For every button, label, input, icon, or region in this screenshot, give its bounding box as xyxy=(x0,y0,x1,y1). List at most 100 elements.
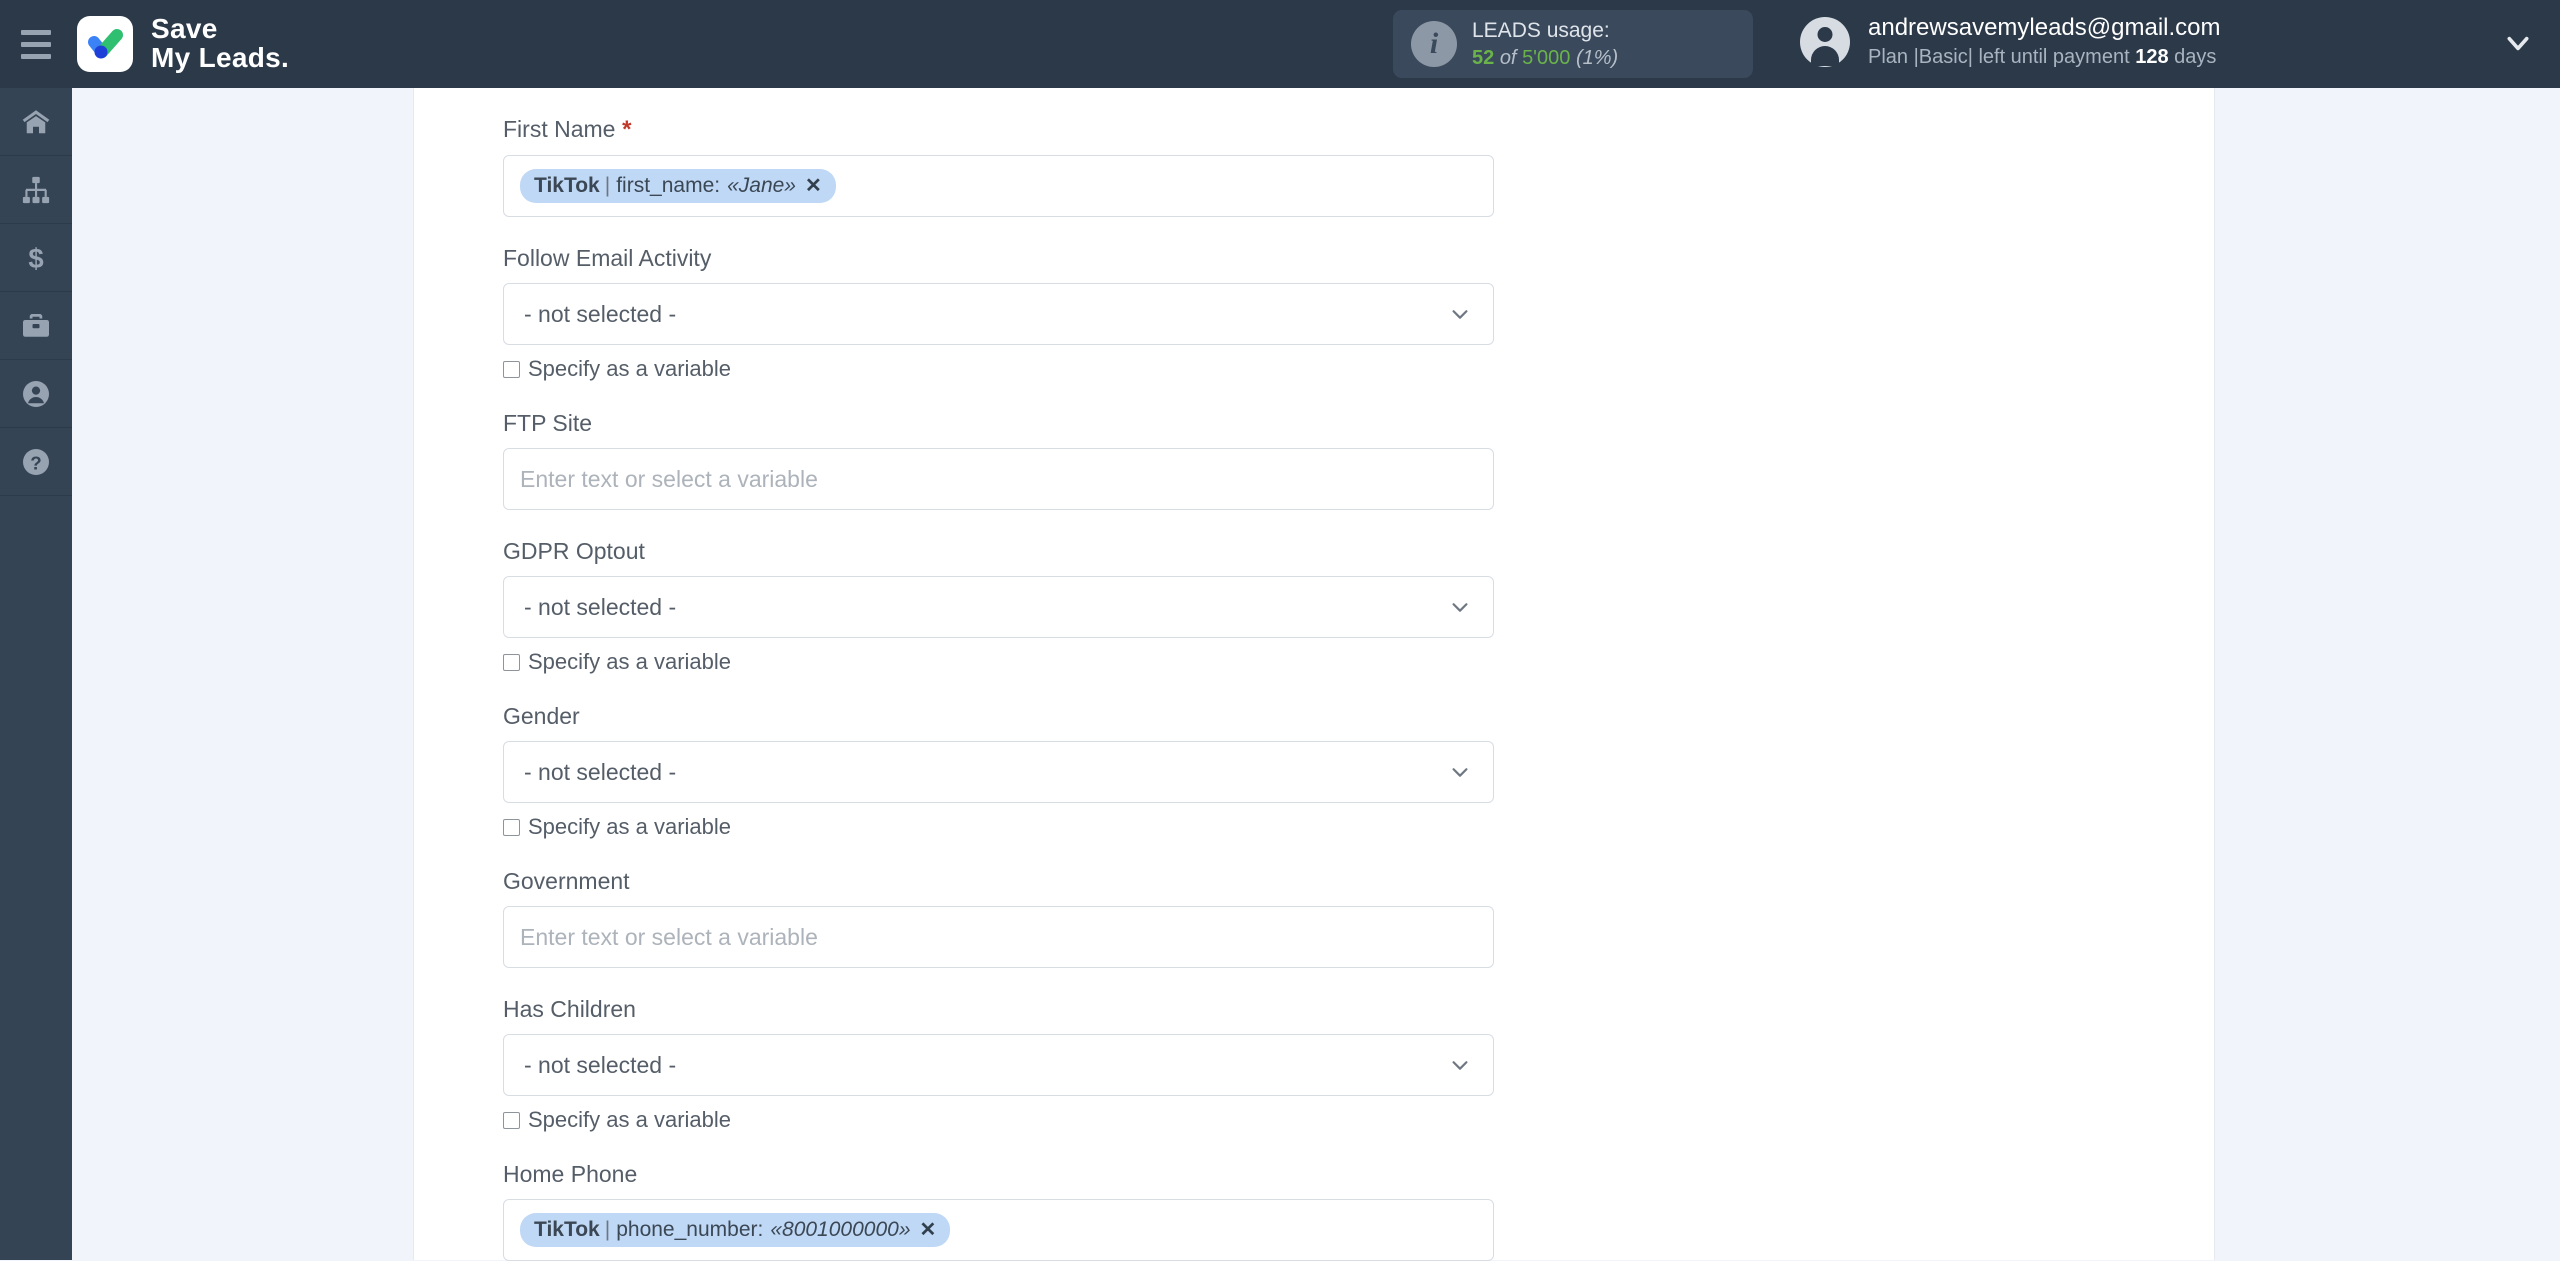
field-gender: Gender - not selected - Specify as a varia… xyxy=(503,675,1603,840)
sidebar-item-connections[interactable] xyxy=(0,156,72,224)
hamburger-bar xyxy=(21,53,51,59)
label-text: Follow Email Activity xyxy=(503,245,712,271)
label-text: Gender xyxy=(503,703,580,729)
tag-input-first-name[interactable]: TikTok | first_name: «Jane» ✕ xyxy=(503,155,1494,217)
dollar-icon: $ xyxy=(28,243,43,273)
field-label-gdpr-optout: GDPR Optout xyxy=(503,510,1603,576)
field-home-phone: Home Phone TikTok | phone_number: «800100000… xyxy=(503,1133,1603,1261)
variable-tag: TikTok | phone_number: «8001000000» ✕ xyxy=(520,1213,951,1247)
specify-variable-checkbox[interactable] xyxy=(503,1111,520,1129)
tag-source: TikTok xyxy=(534,174,600,197)
tag-field-name: first_name: xyxy=(616,174,721,197)
chevron-down-icon xyxy=(1452,768,1468,777)
field-label-has-children: Has Children xyxy=(503,968,1603,1034)
hamburger-menu-icon[interactable] xyxy=(0,0,72,88)
specify-variable-label: Specify as a variable xyxy=(528,814,731,839)
tag-input-home-phone[interactable]: TikTok | phone_number: «8001000000» ✕ xyxy=(503,1199,1494,1261)
hamburger-bar xyxy=(21,41,51,47)
specify-variable-checkbox[interactable] xyxy=(503,818,520,836)
label-text: First Name xyxy=(503,116,616,142)
sidebar-item-billing[interactable]: $ xyxy=(0,224,72,292)
info-icon: i xyxy=(1411,21,1457,67)
hamburger-bar xyxy=(21,29,51,35)
leads-usage-text: LEADS usage: 52 of 5'000 (1%) xyxy=(1472,17,1618,71)
specify-variable-row-gdpr-optout[interactable]: Specify as a variable xyxy=(503,638,1603,675)
sidebar-item-help[interactable]: ? xyxy=(0,428,72,496)
label-text: FTP Site xyxy=(503,410,593,436)
specify-variable-checkbox[interactable] xyxy=(503,653,520,671)
close-icon[interactable]: ✕ xyxy=(805,173,822,198)
sitemap-icon xyxy=(22,176,50,203)
select-gdpr-optout[interactable]: - not selected - xyxy=(503,576,1494,638)
question-circle-icon: ? xyxy=(23,448,49,475)
sidebar-item-home[interactable] xyxy=(0,88,72,156)
chevron-down-icon[interactable] xyxy=(2505,30,2531,56)
tag-field-name: phone_number: xyxy=(616,1218,764,1241)
label-text: Government xyxy=(503,868,630,894)
field-label-government: Government xyxy=(503,840,1603,906)
select-value: - not selected - xyxy=(524,1051,677,1078)
select-follow-email-activity[interactable]: - not selected - xyxy=(503,283,1494,345)
input-placeholder: Enter text or select a variable xyxy=(520,923,818,950)
specify-variable-label: Specify as a variable xyxy=(528,356,731,381)
briefcase-icon xyxy=(23,313,49,337)
field-gdpr-optout: GDPR Optout - not selected - Specify as a … xyxy=(503,510,1603,675)
account-menu[interactable]: andrewsavemyleads@gmail.com Plan |Basic|… xyxy=(1800,12,2221,71)
specify-variable-checkbox[interactable] xyxy=(503,360,520,378)
account-email: andrewsavemyleads@gmail.com xyxy=(1868,14,2221,41)
tag-value: «Jane» xyxy=(727,174,796,197)
select-value: - not selected - xyxy=(524,758,677,785)
tag-separator: | xyxy=(604,174,611,197)
leads-percent: (1%) xyxy=(1575,46,1619,69)
leads-total-count: 5'000 xyxy=(1522,46,1571,69)
tag-value: «8001000000» xyxy=(770,1218,911,1241)
top-header: Save My Leads. i LEADS usage: 52 of 5'00… xyxy=(0,0,2560,88)
label-text: Has Children xyxy=(503,996,636,1022)
account-plan-prefix: Plan |Basic| left until payment xyxy=(1868,46,2130,69)
sidebar-item-profile[interactable] xyxy=(0,360,72,428)
specify-variable-row-follow-email-activity[interactable]: Specify as a variable xyxy=(503,345,1603,382)
field-follow-email-activity: Follow Email Activity - not selected - Spe… xyxy=(503,217,1603,382)
label-text: GDPR Optout xyxy=(503,538,645,564)
select-value: - not selected - xyxy=(524,593,677,620)
account-info: andrewsavemyleads@gmail.com Plan |Basic|… xyxy=(1868,12,2221,71)
tag-separator: | xyxy=(604,1218,611,1241)
account-plan-suffix: days xyxy=(2174,46,2217,69)
label-text: Home Phone xyxy=(503,1161,638,1187)
svg-text:?: ? xyxy=(30,452,41,473)
input-placeholder: Enter text or select a variable xyxy=(520,465,818,492)
field-label-home-phone: Home Phone xyxy=(503,1133,1603,1199)
field-ftp-site: FTP Site Enter text or select a variable xyxy=(503,382,1603,510)
required-marker: * xyxy=(615,116,632,143)
field-label-first-name: First Name * xyxy=(503,88,1603,155)
form-panel: First Name * TikTok | first_name: «Jane» ✕ Fol… xyxy=(413,88,2215,1261)
specify-variable-label: Specify as a variable xyxy=(528,649,731,674)
field-has-children: Has Children - not selected - Specify as a… xyxy=(503,968,1603,1133)
brand-logo[interactable]: Save My Leads. xyxy=(77,15,289,72)
leads-usage-title: LEADS usage: xyxy=(1472,18,1610,42)
mapping-form: First Name * TikTok | first_name: «Jane» ✕ Fol… xyxy=(503,88,1603,1261)
leads-usage-badge[interactable]: i LEADS usage: 52 of 5'000 (1%) xyxy=(1393,10,1753,78)
select-has-children[interactable]: - not selected - xyxy=(503,1034,1494,1096)
specify-variable-row-gender[interactable]: Specify as a variable xyxy=(503,803,1603,840)
text-input-government[interactable]: Enter text or select a variable xyxy=(503,906,1494,968)
savemyleads-check-logo-icon xyxy=(77,16,133,72)
chevron-down-icon xyxy=(1452,1061,1468,1070)
text-input-ftp-site[interactable]: Enter text or select a variable xyxy=(503,448,1494,510)
chevron-down-icon xyxy=(1452,310,1468,319)
field-label-gender: Gender xyxy=(503,675,1603,741)
field-label-follow-email-activity: Follow Email Activity xyxy=(503,217,1603,283)
left-sidebar: $ ? xyxy=(0,88,72,1260)
close-icon[interactable]: ✕ xyxy=(920,1217,937,1242)
leads-used-count: 52 xyxy=(1472,46,1495,69)
chevron-down-icon xyxy=(1452,603,1468,612)
field-label-ftp-site: FTP Site xyxy=(503,382,1603,448)
specify-variable-row-has-children[interactable]: Specify as a variable xyxy=(503,1096,1603,1133)
select-gender[interactable]: - not selected - xyxy=(503,741,1494,803)
sidebar-item-services[interactable] xyxy=(0,292,72,360)
specify-variable-label: Specify as a variable xyxy=(528,1107,731,1132)
brand-line-1: Save xyxy=(151,13,218,45)
leads-of-word: of xyxy=(1499,46,1517,69)
variable-tag: TikTok | first_name: «Jane» ✕ xyxy=(520,169,836,203)
leads-usage-values: 52 of 5'000 (1%) xyxy=(1472,45,1618,71)
